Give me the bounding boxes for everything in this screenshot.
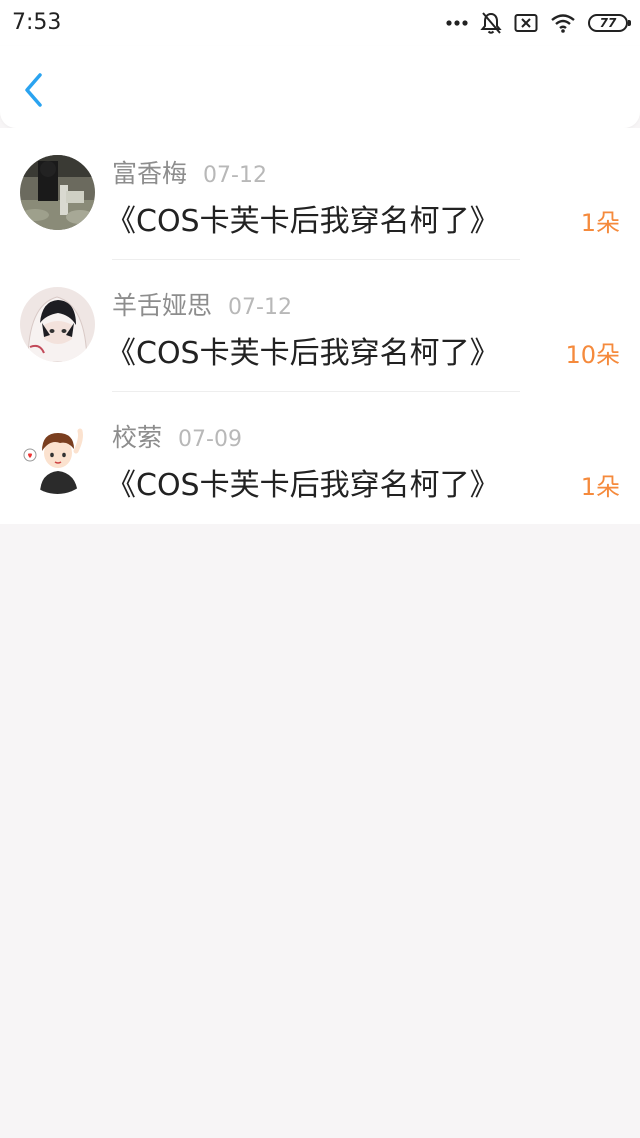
book-title: 《COS卡芙卡后我穿名柯了》: [106, 204, 500, 239]
sim-x-icon: [514, 13, 538, 33]
avatar: [20, 419, 95, 494]
user-name: 羊舌娅思: [112, 291, 213, 320]
item-date: 07-12: [203, 163, 267, 188]
back-button[interactable]: [18, 70, 52, 110]
status-time: 7:53: [12, 10, 62, 35]
bell-off-icon: [480, 11, 502, 35]
book-title: 《COS卡芙卡后我穿名柯了》: [106, 468, 500, 503]
list-item[interactable]: 校萦 07-09 《COS卡芙卡后我穿名柯了》 1朵: [0, 392, 640, 524]
list-item[interactable]: 羊舌娅思 07-12 《COS卡芙卡后我穿名柯了》 10朵: [0, 260, 640, 392]
chevron-left-icon: [25, 73, 42, 107]
flower-count: 1朵: [580, 473, 620, 501]
gift-list: 富香梅 07-12 《COS卡芙卡后我穿名柯了》 1朵 羊舌娅思 07-12 《…: [0, 128, 640, 524]
flower-count: 10朵: [565, 341, 620, 369]
status-icons: 77: [446, 10, 631, 36]
more-dots-icon: [446, 19, 468, 27]
avatar: [20, 287, 95, 362]
user-name: 校萦: [112, 423, 163, 452]
battery-icon: 77: [588, 14, 631, 32]
book-title: 《COS卡芙卡后我穿名柯了》: [106, 336, 500, 371]
item-date: 07-12: [228, 295, 292, 320]
header: [0, 46, 640, 128]
status-bar: 7:53 77: [0, 0, 640, 46]
list-item[interactable]: 富香梅 07-12 《COS卡芙卡后我穿名柯了》 1朵: [0, 128, 640, 260]
avatar: [20, 155, 95, 230]
user-name: 富香梅: [112, 159, 188, 188]
flower-count: 1朵: [580, 209, 620, 237]
wifi-icon: [550, 13, 576, 33]
item-date: 07-09: [178, 427, 242, 452]
